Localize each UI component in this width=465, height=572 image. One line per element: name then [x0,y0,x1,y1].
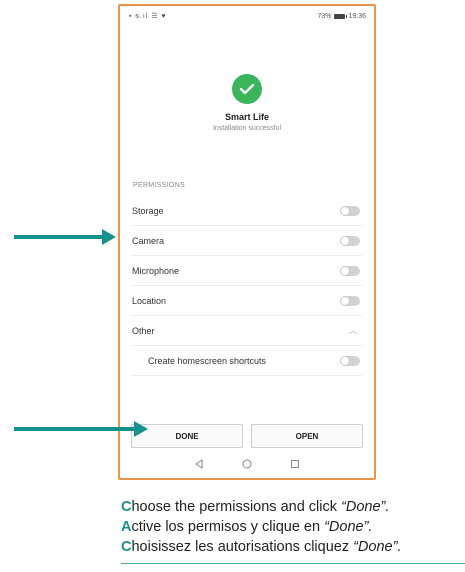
shortcuts-toggle[interactable] [340,355,360,366]
install-status: Installation successful [212,125,282,132]
app-header: Smart Life Installation successful [120,74,374,132]
instructions: Choose the permissions and click “Done”.… [121,497,401,557]
permission-label: Storage [132,205,164,216]
divider [121,563,465,564]
app-name: Smart Life [224,112,269,122]
permission-row-other[interactable]: Other ︿ [132,316,362,346]
battery-percent: 73% [317,12,332,20]
permissions-list: Storage Camera Microphone Location Other… [132,196,362,376]
instruction-spanish: Active los permisos y clique en “Done”. [121,519,373,535]
done-arrow-icon [14,421,148,437]
back-icon[interactable] [194,458,204,472]
clock: 19:36 [348,12,366,20]
recents-icon[interactable] [290,458,300,472]
storage-toggle[interactable] [340,205,360,216]
home-icon[interactable] [242,458,252,472]
permission-label: Create homescreen shortcuts [148,355,267,366]
permission-row-shortcuts: Create homescreen shortcuts [132,346,362,376]
phone-screen: ▪ ᵴ.ıl ☰ ♥ 73% 19:36 Smart Life Installa… [118,4,376,480]
open-button[interactable]: OPEN [251,424,363,448]
location-toggle[interactable] [340,295,360,306]
permission-row-location: Location [132,286,362,316]
permissions-header: PERMISSIONS [133,182,185,189]
microphone-toggle[interactable] [340,265,360,276]
permission-row-storage: Storage [132,196,362,226]
permission-label: Other [132,325,155,336]
action-buttons: DONE OPEN [131,424,363,448]
camera-toggle[interactable] [340,235,360,246]
status-bar: ▪ ᵴ.ıl ☰ ♥ 73% 19:36 [120,6,374,26]
battery-icon [334,13,348,19]
permission-label: Location [132,295,167,306]
check-icon [232,74,262,104]
permission-row-microphone: Microphone [132,256,362,286]
instruction-english: Choose the permissions and click “Done”. [121,499,390,515]
instruction-french: Choisissez les autorisations cliquez “Do… [121,539,402,555]
navigation-bar [120,454,374,476]
permission-label: Microphone [132,265,180,276]
status-right: 73% 19:36 [317,13,366,20]
chevron-up-icon: ︿ [349,326,357,335]
permission-row-camera: Camera [132,226,362,256]
status-icons: ▪ ᵴ.ıl ☰ ♥ [129,13,167,20]
permission-label: Camera [132,235,165,246]
camera-arrow-icon [14,229,116,245]
